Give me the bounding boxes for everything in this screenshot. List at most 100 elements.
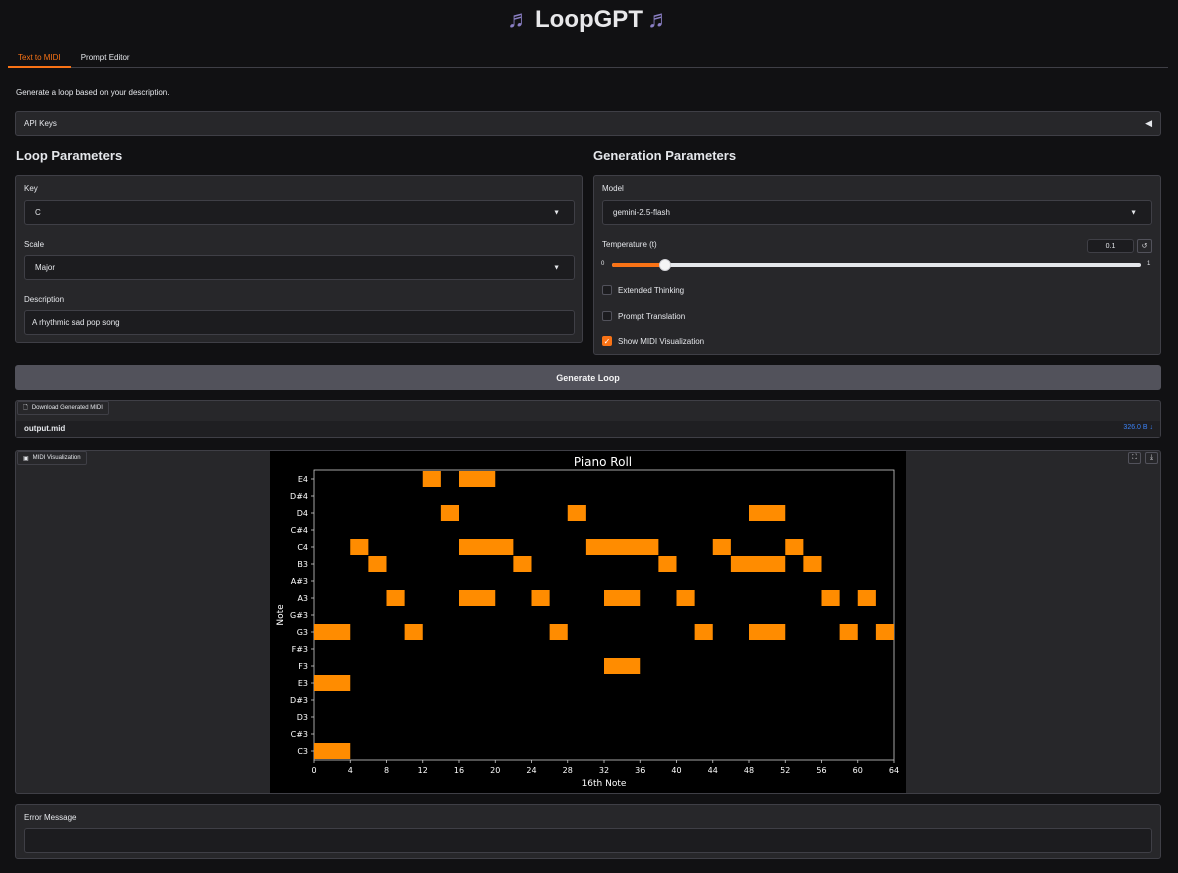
temperature-min: 0: [601, 261, 605, 267]
prompt-translation-checkbox[interactable]: [602, 311, 612, 321]
scale-value: Major: [35, 263, 56, 272]
x-tick-label: 12: [418, 766, 428, 775]
y-tick-label: A#3: [291, 577, 308, 586]
extended-thinking-checkbox[interactable]: [602, 285, 612, 295]
x-tick-label: 4: [348, 766, 353, 775]
x-tick-label: 56: [816, 766, 826, 775]
download-icon[interactable]: ⤓: [1145, 452, 1158, 464]
file-size-link[interactable]: 326.0 B ↓: [1123, 424, 1153, 431]
x-tick-label: 0: [311, 766, 316, 775]
extended-thinking-label: Extended Thinking: [618, 285, 685, 295]
note-block: [821, 590, 840, 606]
scale-dropdown[interactable]: Major ▼: [24, 255, 575, 280]
y-tick-label: A3: [297, 594, 308, 603]
x-tick-label: 32: [599, 766, 609, 775]
prompt-translation-label: Prompt Translation: [618, 311, 686, 321]
note-block: [875, 624, 894, 640]
note-block: [604, 658, 641, 674]
chevron-down-icon: ▼: [553, 209, 560, 216]
key-dropdown[interactable]: C ▼: [24, 200, 575, 225]
show-midi-label: Show MIDI Visualization: [618, 336, 705, 346]
x-tick-label: 36: [635, 766, 645, 775]
tab-prompt-editor[interactable]: Prompt Editor: [71, 49, 140, 68]
image-icon: ▣: [23, 455, 29, 462]
note-block: [459, 590, 496, 606]
music-note-icon: ♬: [646, 6, 671, 33]
tab-bar: Text to MIDI Prompt Editor: [8, 49, 1168, 68]
api-keys-label: API Keys: [24, 119, 57, 128]
note-block: [314, 675, 351, 691]
y-tick-label: E4: [298, 475, 308, 484]
note-block: [350, 539, 369, 555]
note-block: [422, 471, 441, 487]
note-block: [585, 539, 659, 555]
download-label-text: Download Generated MIDI: [31, 405, 103, 411]
y-tick-label: B3: [297, 560, 308, 569]
y-tick-label: C4: [297, 543, 308, 552]
note-block: [549, 624, 568, 640]
piano-roll-chart: Piano Roll C3 C#3 D3 D#3 E3 F3 F#3 G3 G#3 A3 A#3 B3…: [276, 455, 899, 789]
temperature-number-input[interactable]: 0.1: [1087, 239, 1134, 253]
y-ticks: C3 C#3 D3 D#3 E3 F3 F#3 G3 G#3 A3 A#3 B3 C4 C#4 D4 D#4 E…: [290, 475, 314, 756]
note-block: [785, 539, 804, 555]
x-tick-label: 60: [853, 766, 863, 775]
y-tick-label: D3: [297, 713, 308, 722]
x-tick-label: 44: [708, 766, 718, 775]
note-block: [513, 556, 532, 572]
y-tick-label: F3: [298, 662, 308, 671]
note-block: [839, 624, 858, 640]
description-input[interactable]: A rhythmic sad pop song: [24, 310, 575, 335]
y-tick-label: E3: [298, 679, 308, 688]
midi-viz-label-text: MIDI Visualization: [32, 455, 81, 461]
note-block: [459, 539, 514, 555]
note-block: [404, 624, 423, 640]
file-name[interactable]: output.mid: [24, 424, 65, 433]
note-block: [567, 505, 586, 521]
note-block: [440, 505, 459, 521]
description-value: A rhythmic sad pop song: [32, 318, 120, 327]
error-message-field[interactable]: [24, 828, 1152, 853]
note-block: [857, 590, 876, 606]
show-midi-checkbox[interactable]: ✓: [602, 336, 612, 346]
description-label: Description: [24, 295, 65, 304]
note-block: [531, 590, 550, 606]
error-label: Error Message: [24, 813, 77, 822]
y-tick-label: C3: [297, 747, 308, 756]
chart-title: Piano Roll: [574, 455, 632, 469]
x-axis-label: 16th Note: [582, 779, 627, 789]
prompt-translation-option[interactable]: Prompt Translation: [602, 311, 685, 321]
note-block: [314, 624, 351, 640]
y-tick-label: D#4: [290, 492, 308, 501]
key-label: Key: [24, 184, 38, 193]
note-block: [749, 624, 786, 640]
y-tick-label: D4: [297, 509, 308, 518]
generate-loop-button[interactable]: Generate Loop: [15, 365, 1161, 390]
x-tick-label: 24: [526, 766, 536, 775]
tab-text-to-midi[interactable]: Text to MIDI: [8, 49, 71, 68]
music-note-icon: ♬: [507, 6, 531, 33]
x-tick-label: 48: [744, 766, 754, 775]
extended-thinking-option[interactable]: Extended Thinking: [602, 285, 684, 295]
chevron-down-icon: ▼: [553, 264, 560, 271]
slider-thumb[interactable]: [658, 259, 671, 271]
model-dropdown[interactable]: gemini-2.5-flash ▼: [602, 200, 1152, 225]
note-block: [314, 743, 351, 759]
note-block: [658, 556, 677, 572]
show-midi-option[interactable]: ✓ Show MIDI Visualization: [602, 336, 704, 346]
loop-parameters-title: Loop Parameters: [16, 148, 123, 163]
note-block: [459, 471, 496, 487]
temperature-slider[interactable]: [612, 259, 1141, 271]
temperature-label: Temperature (t): [602, 240, 657, 249]
app-title: ♬ LoopGPT ♬: [0, 6, 1178, 34]
y-tick-label: F#3: [292, 645, 308, 654]
file-icon: 🗋: [23, 405, 28, 411]
api-keys-accordion[interactable]: API Keys ◀: [15, 111, 1161, 136]
midi-viz-block-label: ▣ MIDI Visualization: [17, 451, 87, 465]
y-tick-label: D#3: [290, 696, 308, 705]
file-row[interactable]: output.mid 326.0 B ↓: [16, 421, 1160, 437]
fullscreen-icon[interactable]: ⛶: [1128, 452, 1141, 464]
reset-icon[interactable]: ↺: [1137, 239, 1152, 253]
note-block: [712, 539, 731, 555]
x-tick-label: 20: [490, 766, 500, 775]
model-value: gemini-2.5-flash: [613, 208, 670, 217]
